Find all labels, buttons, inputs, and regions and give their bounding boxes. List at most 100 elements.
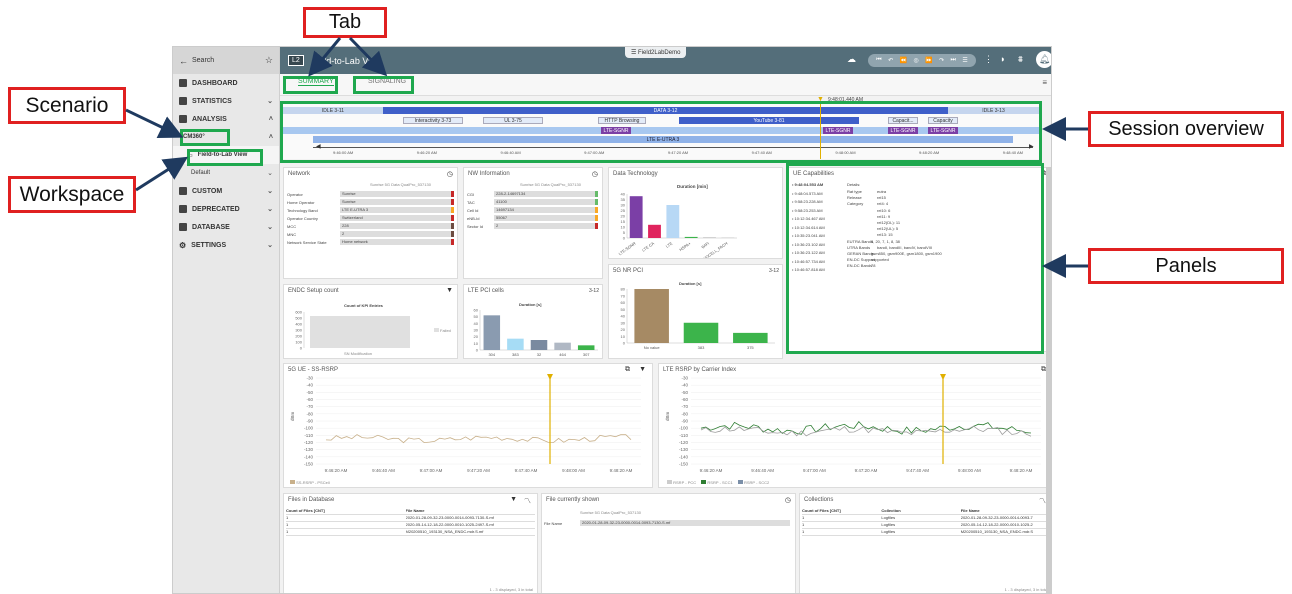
nw-information-panel: NW Information ◷ Sunrise 5G Data QualPro… (463, 167, 603, 279)
notification-bell-icon[interactable]: 🔔︎ (1036, 51, 1051, 68)
segment-idle-313[interactable]: IDLE 3-13 (948, 107, 1039, 114)
x-tick-label: 9:47:40 AM (515, 468, 538, 473)
table-row[interactable]: 1 2020-01-28-09-32-23-0000-0014-0093-7130… (286, 515, 535, 522)
legend-swatch (434, 328, 439, 332)
segment-capacit[interactable]: Capacit... (888, 117, 918, 124)
detail-value: gsm850, gsm900E, gsm1800, gsm1900 (871, 251, 942, 256)
segment-lte-sgnr[interactable]: LTE-SGNR (601, 127, 631, 134)
filter-icon[interactable]: ▼ (446, 287, 453, 294)
sidebar-item-default[interactable]: Default ⌄ (173, 164, 279, 182)
segment-http[interactable]: HTTP Browsing (598, 117, 646, 124)
segment-ul[interactable]: UL 3-75 (483, 117, 543, 124)
segment-idle-311[interactable]: IDLE 3-11 (283, 107, 383, 114)
table-row[interactable]: 1 Logfiles M20200510_193130_NSA_ENDC.mdr.S (802, 529, 1050, 536)
forward-icon[interactable]: ↷ (939, 57, 944, 64)
playback-controls[interactable]: ⏮ ↶ ⏪ ◎ ⏩ ↷ ⏭ ☰ (868, 54, 976, 67)
tab-summary[interactable]: SUMMARY (298, 78, 334, 86)
column-header: Collection (881, 508, 901, 513)
row-value: Sunrise (340, 199, 454, 205)
ue-time-item[interactable]: • 10:12:34.467 AM (792, 216, 825, 221)
bar (683, 322, 719, 343)
filter-icon[interactable]: ⩩ (1018, 54, 1023, 65)
segment-youtube[interactable]: YouTube 3-81 (679, 117, 859, 124)
cursor-marker-icon[interactable]: ▼ (817, 96, 824, 103)
clock-icon[interactable]: ◷ (785, 496, 791, 504)
clock-icon[interactable]: ◷ (592, 170, 598, 178)
star-icon[interactable]: ☆ (265, 55, 273, 66)
x-tick-label: 9:47:20 AM (855, 468, 878, 473)
sidebar-item-settings[interactable]: ⚙ SETTINGS ⌄ (173, 236, 279, 254)
cloud-icon[interactable]: ☁ (847, 54, 856, 65)
list-settings-icon[interactable]: ≡ (1042, 78, 1047, 87)
rewind-icon[interactable]: ↶ (888, 57, 893, 64)
segment-lte-sgnr-4[interactable]: LTE-SGNR (928, 127, 958, 134)
tab-signaling[interactable]: SIGNALING (368, 78, 406, 85)
sidebar-item-dashboard[interactable]: DASHBOARD (173, 74, 279, 92)
table-row[interactable]: 1 Logfiles 2020-05-14-12-18-22-0000-0010-1… (802, 522, 1050, 529)
ue-time-item[interactable]: • 10:12:34.614 AM (792, 225, 825, 230)
y-tick-label: 20 (474, 334, 479, 339)
ue-time-item[interactable]: • 9:58:23.253 AM (792, 208, 823, 213)
table-row[interactable]: 1 Logfiles 2020-01-28-09-32-23-0000-0014-0… (802, 515, 1050, 522)
segment-data-312[interactable]: DATA 3-12 (383, 107, 948, 114)
clock-icon[interactable]: ◷ (447, 170, 453, 178)
list-icon[interactable]: ☰ (962, 57, 967, 64)
chevron-down-icon: ⌄ (267, 224, 273, 231)
sidebar-item-custom[interactable]: CUSTOM ⌄ (173, 182, 279, 200)
ue-time-item[interactable]: • 9:48:04.573 AM (792, 191, 823, 196)
lte-rsrp-panel: LTE RSRP by Carrier Index ⧉ -30 -40 -50 -60… (658, 363, 1051, 488)
segment-band[interactable]: LTE E-UTRA 3 (313, 136, 1013, 143)
step-back-icon[interactable]: ⏪ (900, 57, 907, 64)
table-footer: 1 - 3 displayed, 3 in total (489, 587, 533, 592)
table-row[interactable]: 1 2020-05-14-12-18-22-0000-0010-1025-2497… (286, 522, 535, 529)
sidebar-item-analysis[interactable]: ANALYSIS ˄ (173, 110, 279, 128)
ue-time-item[interactable]: • 10:46:57.734 AM (792, 259, 825, 264)
session-date: 1/28/2020 (285, 100, 303, 105)
ue-time-item[interactable]: • 10:36:23.102 AM (792, 242, 825, 247)
timeline-left-icon[interactable]: ◀ (316, 143, 321, 150)
callout-label: Scenario (25, 93, 109, 117)
table-cell: Logfiles (881, 515, 896, 520)
segment-lte-sgnr-3[interactable]: LTE-SGNR (888, 127, 918, 134)
segment-lte-sgnr-2[interactable]: LTE-SGNR (823, 127, 853, 134)
segment-capacity[interactable]: Capacity (928, 117, 958, 124)
x-tick-label: 9:47:40 AM (906, 468, 929, 473)
timeline-axis[interactable] (313, 147, 1033, 148)
skip-start-icon[interactable]: ⏮ (876, 57, 881, 64)
sidebar-item-cm360[interactable]: CM360° ˄ (173, 128, 279, 146)
sidebar-item-label: DATABASE (192, 223, 230, 231)
x-tick-label: 9:46:40 AM (751, 468, 774, 473)
session-cursor-line (820, 103, 821, 159)
session-overview[interactable]: 1/28/2020 ▼ 9:48:01.440 AM IDLE 3-11 DAT… (283, 96, 1039, 159)
y-tick-label: 60 (621, 300, 626, 305)
ue-time-item[interactable]: • 9:58:23.228 AM (792, 199, 823, 204)
sidebar-search[interactable]: ← Search ☆ (173, 47, 279, 74)
step-forward-icon[interactable]: ⏩ (925, 57, 932, 64)
filter-icon[interactable]: ▼ (510, 496, 517, 503)
ue-time-item[interactable]: • 10:36:23.122 AM (792, 250, 825, 255)
ue-time-item[interactable]: • 10:35:23.041 AM (792, 233, 825, 238)
callout-label: Tab (328, 11, 362, 33)
sidebar-item-field-to-lab[interactable]: ▭ Field-to-Lab View (173, 146, 279, 164)
y-tick-label: -140 (679, 454, 689, 459)
trend-icon[interactable]: 〽 (1039, 496, 1046, 506)
ue-time-item[interactable]: • 9:48:04.553 AM (792, 182, 823, 187)
sidebar-item-database[interactable]: DATABASE ⌄ (173, 218, 279, 236)
trend-icon[interactable]: 〽 (524, 496, 531, 506)
y-tick-label: -120 (679, 440, 689, 445)
segment-interactivity[interactable]: Interactivity 3-73 (403, 117, 463, 124)
ue-time-item[interactable]: • 10:46:57.818 AM (792, 267, 825, 272)
y-tick-label: 400 (295, 322, 302, 327)
scrollbar[interactable] (1046, 167, 1051, 593)
sidebar-item-statistics[interactable]: STATISTICS ⌄ (173, 92, 279, 110)
sidebar-item-deprecated[interactable]: DEPRECATED ⌄ (173, 200, 279, 218)
back-arrow-icon[interactable]: ← (179, 56, 188, 66)
label-icon[interactable]: ◗ (1000, 54, 1005, 64)
more-vert-icon[interactable]: ⋮ (984, 54, 993, 65)
x-tick-label: 383 (698, 345, 705, 350)
details-label: Details: (847, 182, 861, 187)
record-icon[interactable]: ◎ (913, 57, 918, 64)
timeline-right-icon[interactable]: ▶ (1029, 143, 1034, 150)
skip-end-icon[interactable]: ⏭ (951, 57, 956, 64)
table-row[interactable]: 1 M20200510_193130_NSA_ENDC.mdr.S.mf (286, 529, 535, 536)
